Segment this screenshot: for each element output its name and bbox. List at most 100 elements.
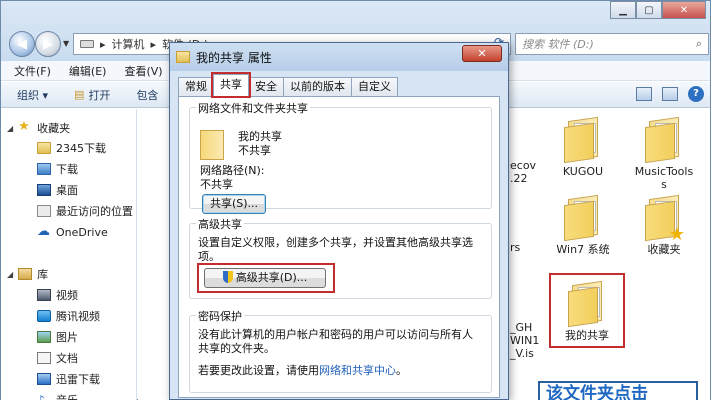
tab-previous-versions[interactable]: 以前的版本: [283, 77, 352, 96]
group-title: 网络文件和文件夹共享: [196, 100, 310, 116]
highlight-box: [197, 263, 335, 293]
password-description: 没有此计算机的用户帐户和密码的用户可以访问与所有人共享的文件夹。: [198, 328, 473, 355]
library-icon: [18, 268, 33, 280]
sidebar-item-xunlei[interactable]: 迅雷下载: [37, 370, 100, 388]
tencent-video-icon: [37, 310, 51, 322]
sidebar-item-tencent-video[interactable]: 腾讯视频: [37, 307, 100, 325]
forward-button[interactable]: ▶: [35, 31, 61, 57]
folder-icon: [37, 142, 51, 154]
sidebar-item-onedrive[interactable]: ☁ OneDrive: [37, 223, 108, 241]
partial-text: .22: [510, 172, 528, 185]
folder-icon: [564, 280, 610, 328]
navigation-pane: ◢ ★ 收藏夹 2345下载 下载 桌面 最近访问的位置 ☁ OneDrive …: [1, 109, 137, 400]
password-change-text: 若要更改此设置，请使用网络和共享中心。: [198, 364, 407, 378]
sidebar-item-label: 腾讯视频: [56, 310, 100, 323]
file-label: 收藏夹: [647, 243, 681, 256]
back-button[interactable]: ◀: [9, 31, 35, 57]
sidebar-item-label: 音乐: [56, 392, 78, 400]
history-dropdown-icon[interactable]: ▼: [63, 39, 69, 48]
menu-file[interactable]: 文件(F): [5, 63, 60, 79]
partial-file-label[interactable]: _GH WIN1 _V.is: [510, 321, 539, 360]
sidebar-item-pictures[interactable]: 图片: [37, 328, 78, 346]
password-protection-group: 密码保护 没有此计算机的用户帐户和密码的用户可以访问与所有人共享的文件夹。 若要…: [189, 308, 492, 393]
partial-file-label[interactable]: ecov .22: [510, 159, 536, 185]
partial-file-label[interactable]: rs: [510, 241, 520, 254]
close-button[interactable]: ✕: [662, 1, 706, 19]
expand-arrow-icon[interactable]: ◢: [7, 124, 13, 133]
tab-security[interactable]: 安全: [248, 77, 284, 96]
sidebar-item-2345download[interactable]: 2345下载: [37, 139, 106, 157]
view-options-icon[interactable]: [636, 87, 652, 101]
desktop-icon: [37, 184, 51, 196]
sidebar-item-label: 图片: [56, 331, 78, 344]
sidebar-item-label: 迅雷下载: [56, 373, 100, 386]
downloads-icon: [37, 163, 51, 175]
include-button[interactable]: 包含: [136, 87, 158, 103]
organize-label: 组织 ▾: [17, 88, 49, 102]
expand-arrow-icon[interactable]: ◢: [7, 270, 13, 279]
menu-edit[interactable]: 编辑(E): [60, 63, 116, 79]
folder-icon: [176, 51, 190, 63]
partial-text: rs: [510, 241, 521, 254]
dialog-title: 我的共享 属性: [196, 50, 272, 65]
breadcrumb-computer[interactable]: 计算机: [112, 36, 145, 52]
properties-dialog: 我的共享 属性 ✕ 常规 共享 安全 以前的版本 自定义 网络文件和文件夹共享 …: [169, 42, 509, 400]
folder-musictools[interactable]: MusicTools s: [624, 116, 704, 191]
sidebar-item-recent[interactable]: 最近访问的位置: [37, 202, 133, 220]
sidebar-library-label: 库: [37, 268, 49, 281]
computer-icon: [80, 40, 94, 48]
folder-my-share[interactable]: 我的共享: [549, 273, 625, 348]
search-input[interactable]: 搜索 软件 (D:) ⌕: [515, 33, 709, 55]
open-button[interactable]: ▤ 打开: [74, 87, 110, 103]
video-library-icon: [37, 289, 51, 301]
folder-icon: [641, 116, 687, 164]
include-label: 包含: [136, 88, 159, 102]
folder-favorites[interactable]: ★ 收藏夹: [624, 194, 704, 256]
share-state: 不共享: [238, 144, 271, 157]
sidebar-library[interactable]: ◢ 库: [7, 265, 48, 283]
folder-kugou[interactable]: KUGOU: [543, 116, 623, 178]
sidebar-item-label: 文档: [56, 352, 78, 365]
change-suffix: 。: [396, 364, 407, 377]
window-controls: ▁ ▢ ✕: [610, 1, 706, 19]
network-path-label: 网络路径(N):: [200, 164, 265, 177]
share-button[interactable]: 共享(S)...: [202, 194, 266, 214]
search-icon: ⌕: [695, 37, 702, 50]
annotation-callout: 该文件夹点击: [538, 381, 698, 400]
sidebar-item-videos[interactable]: 视频: [37, 286, 78, 304]
folder-icon: [560, 194, 606, 242]
folder-icon: [560, 116, 606, 164]
dialog-close-button[interactable]: ✕: [462, 45, 502, 62]
menu-view[interactable]: 查看(V): [115, 63, 171, 79]
sidebar-item-downloads[interactable]: 下载: [37, 160, 78, 178]
sidebar-favorites[interactable]: ◢ ★ 收藏夹: [7, 119, 70, 137]
sidebar-item-label: 2345下载: [56, 142, 106, 155]
cloud-icon: ☁: [37, 224, 50, 239]
minimize-button[interactable]: ▁: [610, 1, 636, 19]
tab-customize[interactable]: 自定义: [351, 77, 398, 96]
organize-button[interactable]: 组织 ▾: [17, 87, 48, 103]
tab-general[interactable]: 常规: [178, 77, 214, 96]
sidebar-favorites-label: 收藏夹: [37, 122, 71, 135]
xunlei-icon: [37, 373, 51, 385]
maximize-button[interactable]: ▢: [636, 1, 662, 19]
sidebar-item-desktop[interactable]: 桌面: [37, 181, 78, 199]
file-label: MusicTools: [634, 165, 694, 178]
network-sharing-group: 网络文件和文件夹共享 我的共享 不共享 网络路径(N): 不共享 共享(S)..…: [189, 100, 492, 214]
documents-icon: [37, 352, 51, 364]
tab-sharing[interactable]: 共享: [211, 72, 251, 98]
address-separator-icon: ▸: [100, 37, 106, 51]
pictures-icon: [37, 331, 51, 343]
network-sharing-center-link[interactable]: 网络和共享中心: [319, 364, 396, 377]
sidebar-item-label: 桌面: [56, 184, 78, 197]
folder-win7[interactable]: Win7 系统: [543, 194, 623, 256]
dialog-tabs: 常规 共享 安全 以前的版本 自定义: [178, 72, 398, 98]
sidebar-item-music[interactable]: ♪ 音乐: [37, 391, 78, 400]
file-label: KUGOU: [562, 165, 604, 178]
help-icon[interactable]: ?: [688, 86, 704, 102]
sidebar-item-documents[interactable]: 文档: [37, 349, 78, 367]
partial-text: _V.is: [510, 347, 534, 360]
shared-folder-icon: [200, 130, 224, 160]
preview-pane-icon[interactable]: [662, 87, 678, 101]
dialog-titlebar[interactable]: 我的共享 属性 ✕: [170, 43, 508, 71]
